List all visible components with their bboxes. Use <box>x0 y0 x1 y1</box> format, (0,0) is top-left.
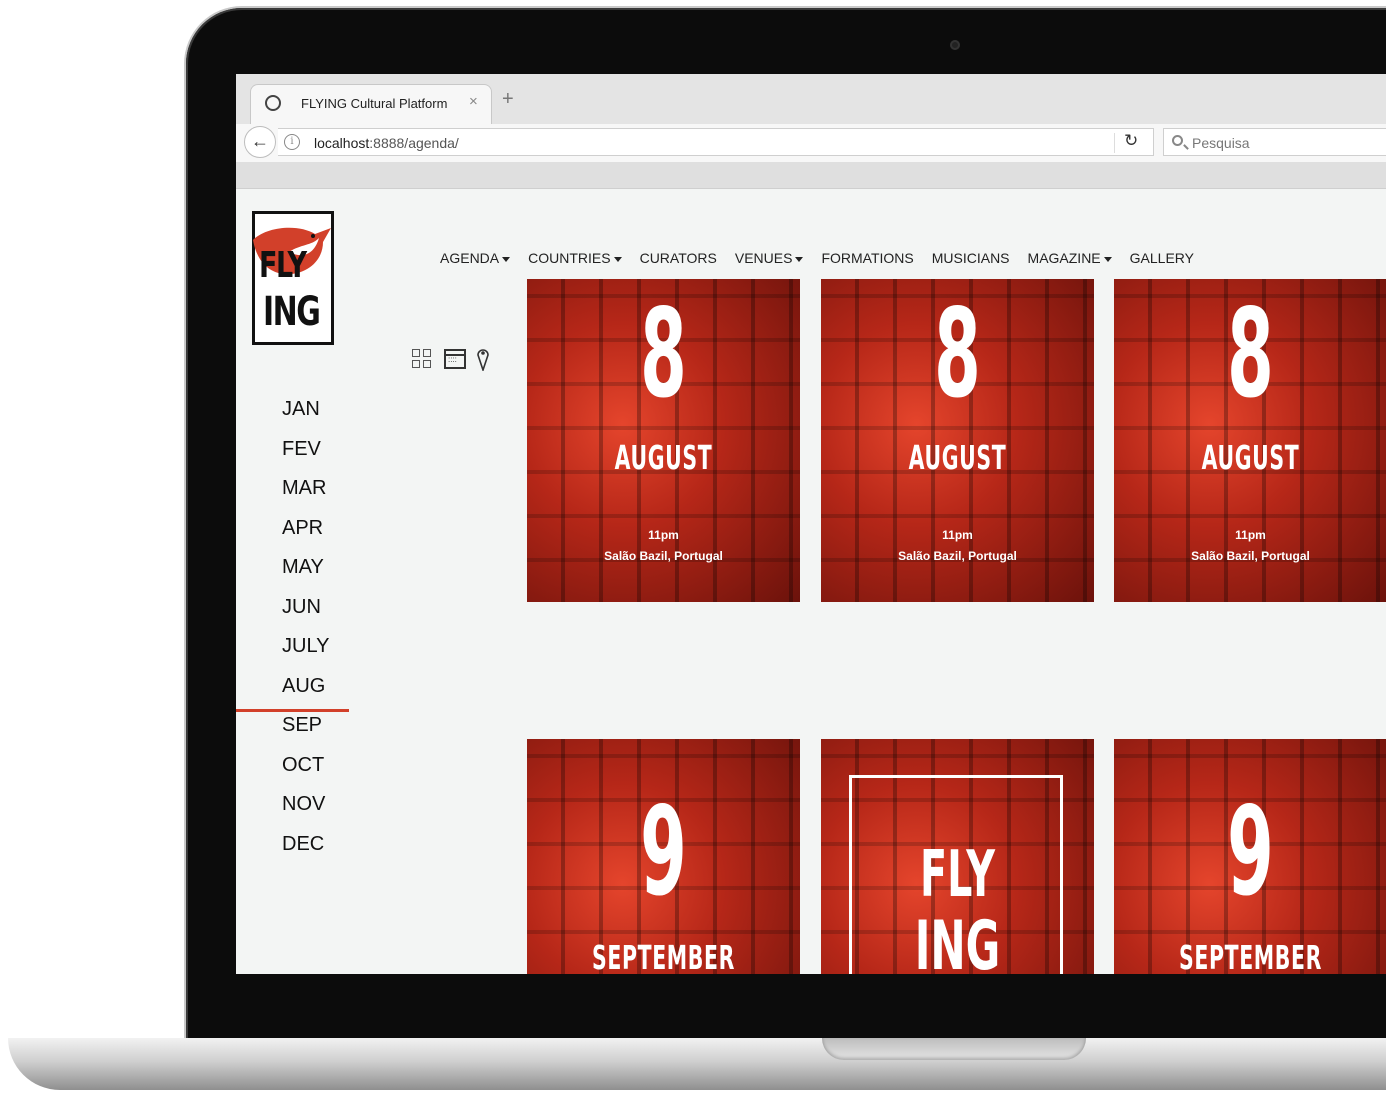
nav-formations[interactable]: FORMATIONS <box>821 250 913 266</box>
logo-card[interactable]: FLY ING <box>821 739 1094 974</box>
url-divider <box>1114 133 1115 153</box>
month-nov[interactable]: NOV <box>282 792 329 832</box>
month-oct[interactable]: OCT <box>282 753 329 793</box>
event-day: 9 <box>640 781 687 923</box>
event-place: Salão Bazil, Portugal <box>604 549 723 563</box>
laptop-notch <box>822 1038 1086 1060</box>
url-host: localhost <box>314 135 370 151</box>
month-fev[interactable]: FEV <box>282 437 329 477</box>
logo-text-ing: ING <box>263 289 321 335</box>
search-icon <box>1172 135 1183 146</box>
calendar-view-icon[interactable] <box>444 349 466 369</box>
month-sep[interactable]: SEP <box>282 713 329 753</box>
browser-navbar: ← i localhost:8888/agenda/ ↻ Pesquisa <box>236 124 1386 162</box>
month-july[interactable]: JULY <box>282 634 329 674</box>
event-time: 11pm <box>942 528 973 542</box>
nav-countries[interactable]: COUNTRIES <box>528 250 622 266</box>
event-day: 8 <box>640 283 687 425</box>
map-pin-icon[interactable] <box>476 347 490 371</box>
url-bar[interactable]: i localhost:8888/agenda/ ↻ <box>278 128 1154 156</box>
nav-venues[interactable]: VENUES <box>735 250 804 266</box>
event-card[interactable]: 8 AUGUST 11pm Salão Bazil, Portugal <box>821 279 1094 602</box>
main-nav: AGENDA COUNTRIES CURATORS VENUES FORMATI… <box>440 250 1212 266</box>
event-time: 11pm <box>648 528 679 542</box>
logo-card-fly: FLY <box>920 838 995 912</box>
event-month: SEPTEMBER <box>1179 938 1322 974</box>
event-day: 9 <box>1227 781 1274 923</box>
nav-agenda[interactable]: AGENDA <box>440 250 511 266</box>
caret-down-icon <box>613 256 622 262</box>
month-may[interactable]: MAY <box>282 555 329 595</box>
event-month: SEPTEMBER <box>592 938 735 974</box>
tab-close-icon[interactable]: × <box>469 93 478 110</box>
search-field[interactable]: Pesquisa <box>1163 128 1386 156</box>
nav-label: GALLERY <box>1129 250 1194 266</box>
event-month: AUGUST <box>1201 438 1300 477</box>
search-placeholder: Pesquisa <box>1192 135 1250 151</box>
event-card[interactable]: 9 SEPTEMBER <box>527 739 800 974</box>
event-card[interactable]: 8 AUGUST 11pm Salão Bazil, Portugal <box>527 279 800 602</box>
nav-musicians[interactable]: MUSICIANS <box>932 250 1010 266</box>
url-text: localhost:8888/agenda/ <box>314 135 459 151</box>
active-month-underline <box>236 709 349 712</box>
site-logo[interactable]: FLY ING <box>252 211 334 345</box>
nav-gallery[interactable]: GALLERY <box>1130 250 1194 266</box>
nav-label: FORMATIONS <box>821 250 914 266</box>
browser-tab[interactable]: FLYING Cultural Platform × <box>250 84 492 125</box>
month-jan[interactable]: JAN <box>282 397 329 437</box>
event-place: Salão Bazil, Portugal <box>898 549 1017 563</box>
month-aug[interactable]: AUG <box>282 674 329 714</box>
nav-curators[interactable]: CURATORS <box>640 250 717 266</box>
nav-label: VENUES <box>734 250 793 266</box>
tab-title: FLYING Cultural Platform <box>301 96 448 111</box>
event-time: 11pm <box>1235 528 1266 542</box>
event-month: AUGUST <box>614 438 713 477</box>
event-day: 8 <box>934 283 981 425</box>
nav-label: COUNTRIES <box>528 250 611 266</box>
month-list: JAN FEV MAR APR MAY JUN JULY AUG SEP OCT… <box>282 397 329 871</box>
favicon-icon <box>265 95 281 111</box>
logo-card-ing: ING <box>914 907 1001 975</box>
event-card[interactable]: 9 SEPTEMBER <box>1114 739 1386 974</box>
event-month: AUGUST <box>908 438 1007 477</box>
nav-label: AGENDA <box>440 250 500 266</box>
camera-icon <box>950 40 960 50</box>
laptop-base <box>8 1038 1386 1090</box>
back-button[interactable]: ← <box>244 126 276 158</box>
month-apr[interactable]: APR <box>282 516 329 556</box>
grid-view-icon[interactable] <box>412 349 434 371</box>
event-place: Salão Bazil, Portugal <box>1191 549 1310 563</box>
logo-text-fly: FLY <box>259 245 307 286</box>
month-mar[interactable]: MAR <box>282 476 329 516</box>
screen: FLYING Cultural Platform × + ← i localho… <box>236 74 1386 974</box>
new-tab-button[interactable]: + <box>502 88 514 111</box>
caret-down-icon <box>502 256 511 262</box>
caret-down-icon <box>1103 256 1112 262</box>
info-icon[interactable]: i <box>284 134 300 150</box>
month-dec[interactable]: DEC <box>282 832 329 872</box>
bookmarks-strip <box>236 162 1386 189</box>
nav-label: MAGAZINE <box>1027 250 1101 266</box>
event-day: 8 <box>1227 283 1274 425</box>
url-path: :8888/agenda/ <box>369 135 459 151</box>
month-jun[interactable]: JUN <box>282 595 329 635</box>
nav-label: CURATORS <box>639 250 717 266</box>
event-card[interactable]: 8 AUGUST 11pm Salão Bazil, Portugal <box>1114 279 1386 602</box>
reload-icon[interactable]: ↻ <box>1124 131 1138 151</box>
nav-label: MUSICIANS <box>931 250 1010 266</box>
nav-magazine[interactable]: MAGAZINE <box>1028 250 1112 266</box>
browser-tabbar: FLYING Cultural Platform × + <box>236 74 1386 125</box>
caret-down-icon <box>795 256 804 262</box>
page: FLY ING AGENDA COUNTRIES CURATORS VENUES… <box>236 189 1386 974</box>
